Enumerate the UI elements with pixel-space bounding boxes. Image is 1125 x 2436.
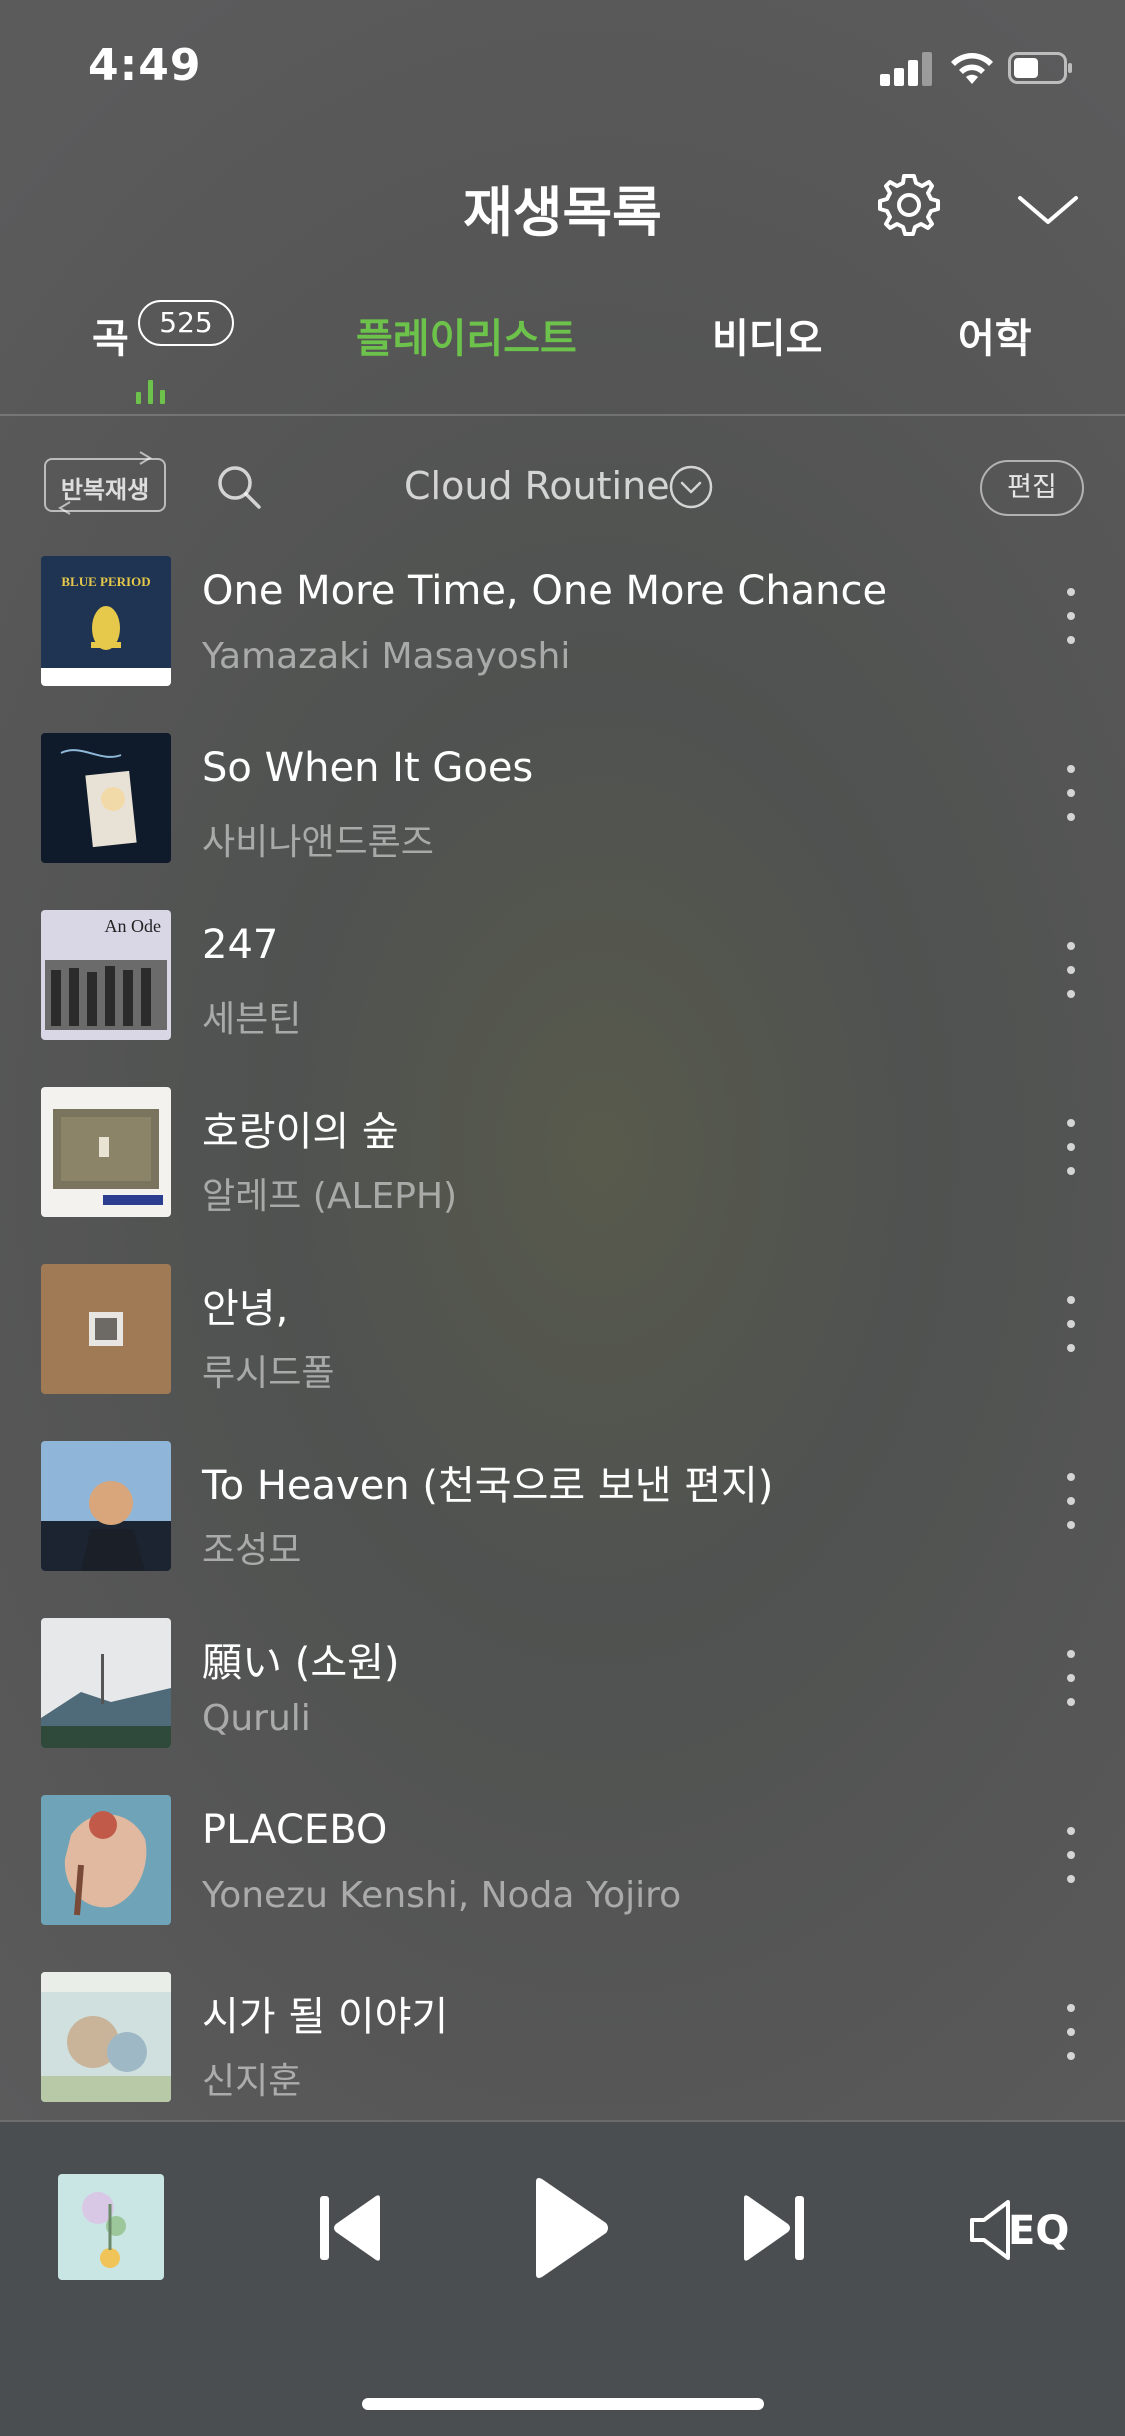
song-artist: 루시드폴 [202,1353,335,1394]
album-art [41,1618,171,1748]
song-title: 안녕, [202,1286,289,1332]
song-row[interactable]: 願い (소원) Quruli [0,1600,1125,1776]
tab-language[interactable]: 어학 [958,306,1032,364]
more-options-icon[interactable] [1064,588,1078,648]
now-playing-album-art[interactable] [58,2174,164,2280]
song-artist: 사비나앤드론즈 [202,822,434,863]
song-count-badge: 525 [138,300,234,346]
tab-songs-label: 곡 [92,316,129,362]
album-art [41,1795,171,1925]
song-artist: Quruli [202,1698,311,1739]
repeat-label: 반복재생 [60,476,150,504]
playlist-selector[interactable]: Cloud Routine [404,464,670,508]
album-art: BLUE PERIOD [41,556,171,686]
edit-button[interactable]: 편집 [980,460,1084,516]
song-row[interactable]: An Ode 247 세븐틴 [0,892,1125,1068]
song-artist: 조성모 [202,1530,302,1571]
now-playing-bars-icon [136,378,176,404]
song-row[interactable]: To Heaven (천국으로 보낸 편지) 조성모 [0,1423,1125,1599]
song-title: 호랑이의 숲 [202,1109,399,1155]
status-time: 4:49 [88,40,202,91]
song-artist: Yamazaki Masayoshi [202,636,571,677]
more-options-icon[interactable] [1064,1119,1078,1179]
album-art [41,1441,171,1571]
song-title: PLACEBO [202,1807,388,1853]
album-art [41,1972,171,2102]
song-row[interactable]: PLACEBO Yonezu Kenshi, Noda Yojiro [0,1777,1125,1953]
previous-track-icon[interactable] [318,2192,382,2264]
wifi-icon [951,53,993,84]
song-artist: 알레프 (ALEPH) [202,1176,458,1217]
song-row[interactable]: 호랑이의 숲 알레프 (ALEPH) [0,1069,1125,1245]
more-options-icon[interactable] [1064,1296,1078,1356]
album-art [41,1264,171,1394]
chevron-down-circle-icon[interactable] [668,464,714,510]
home-indicator [362,2398,764,2410]
battery-icon [1008,52,1072,84]
cellular-signal-icon [880,50,936,86]
next-track-icon[interactable] [742,2192,806,2264]
song-artist: Yonezu Kenshi, Noda Yojiro [202,1875,682,1916]
song-title: One More Time, One More Chance [202,568,888,614]
more-options-icon[interactable] [1064,2004,1078,2064]
more-options-icon[interactable] [1064,765,1078,825]
eq-label: EQ [1008,2208,1070,2254]
song-title: To Heaven (천국으로 보낸 편지) [202,1463,774,1509]
equalizer-button[interactable]: EQ [968,2196,1074,2264]
song-title: 247 [202,922,279,968]
more-options-icon[interactable] [1064,1827,1078,1887]
album-art-title: BLUE PERIOD [61,574,150,589]
song-artist: 신지훈 [202,2061,302,2102]
album-art-title: An Ode [105,916,162,936]
song-row[interactable]: 시가 될 이야기 신지훈 [0,1954,1125,2130]
tab-video[interactable]: 비디오 [712,306,822,364]
tab-songs[interactable]: 곡 525 [92,300,234,364]
song-title: So When It Goes [202,745,534,791]
chevron-down-icon[interactable] [1016,190,1080,230]
page-title: 재생목록 [463,181,662,244]
search-icon[interactable] [214,462,264,512]
gear-icon[interactable] [874,170,944,240]
more-options-icon[interactable] [1064,1473,1078,1533]
album-art [41,1087,171,1217]
play-icon[interactable] [530,2176,610,2280]
more-options-icon[interactable] [1064,1650,1078,1710]
repeat-button[interactable]: 반복재생 [40,450,170,522]
tab-playlist[interactable]: 플레이리스트 [356,306,577,364]
album-art: An Ode [41,910,171,1040]
tabs-divider [0,414,1125,416]
song-row[interactable]: So When It Goes 사비나앤드론즈 [0,715,1125,891]
song-row[interactable]: BLUE PERIOD One More Time, One More Chan… [0,538,1125,714]
song-row[interactable]: 안녕, 루시드폴 [0,1246,1125,1422]
album-art [41,733,171,863]
song-title: 시가 될 이야기 [202,1994,449,2040]
song-artist: 세븐틴 [202,999,302,1040]
song-title: 願い (소원) [202,1640,400,1686]
more-options-icon[interactable] [1064,942,1078,1002]
